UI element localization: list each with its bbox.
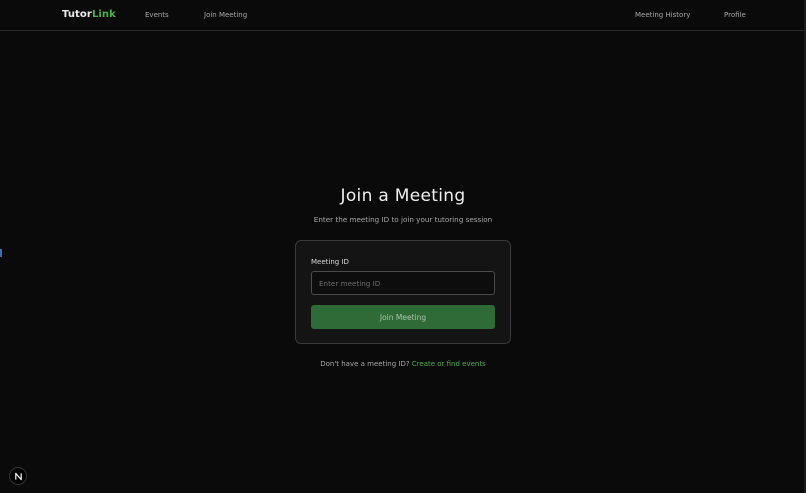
- n-logo-icon: [14, 472, 22, 480]
- meeting-id-label: Meeting ID: [311, 258, 349, 266]
- logo[interactable]: TutorLink: [62, 9, 116, 20]
- window-edge-marker: [0, 249, 2, 257]
- page-subtitle: Enter the meeting ID to join your tutori…: [313, 215, 493, 224]
- top-navbar: TutorLink Events Join Meeting Meeting Hi…: [0, 0, 806, 31]
- nav-link-meeting-history[interactable]: Meeting History: [635, 11, 690, 19]
- create-events-prompt: Don't have a meeting ID? Create or find …: [0, 360, 806, 368]
- logo-text-primary: Tutor: [62, 9, 92, 20]
- no-meeting-id-text: Don't have a meeting ID?: [320, 360, 412, 368]
- create-or-find-events-link[interactable]: Create or find events: [412, 360, 486, 368]
- join-meeting-card: Meeting ID Join Meeting: [295, 240, 511, 344]
- nextjs-dev-badge[interactable]: [9, 467, 27, 485]
- nav-link-events[interactable]: Events: [145, 11, 169, 19]
- logo-text-accent: Link: [91, 9, 116, 20]
- page-title: Join a Meeting: [340, 186, 466, 206]
- join-meeting-button[interactable]: Join Meeting: [311, 305, 495, 329]
- nav-link-join-meeting[interactable]: Join Meeting: [204, 11, 247, 19]
- meeting-id-input[interactable]: [311, 271, 495, 295]
- nav-link-profile[interactable]: Profile: [724, 11, 746, 19]
